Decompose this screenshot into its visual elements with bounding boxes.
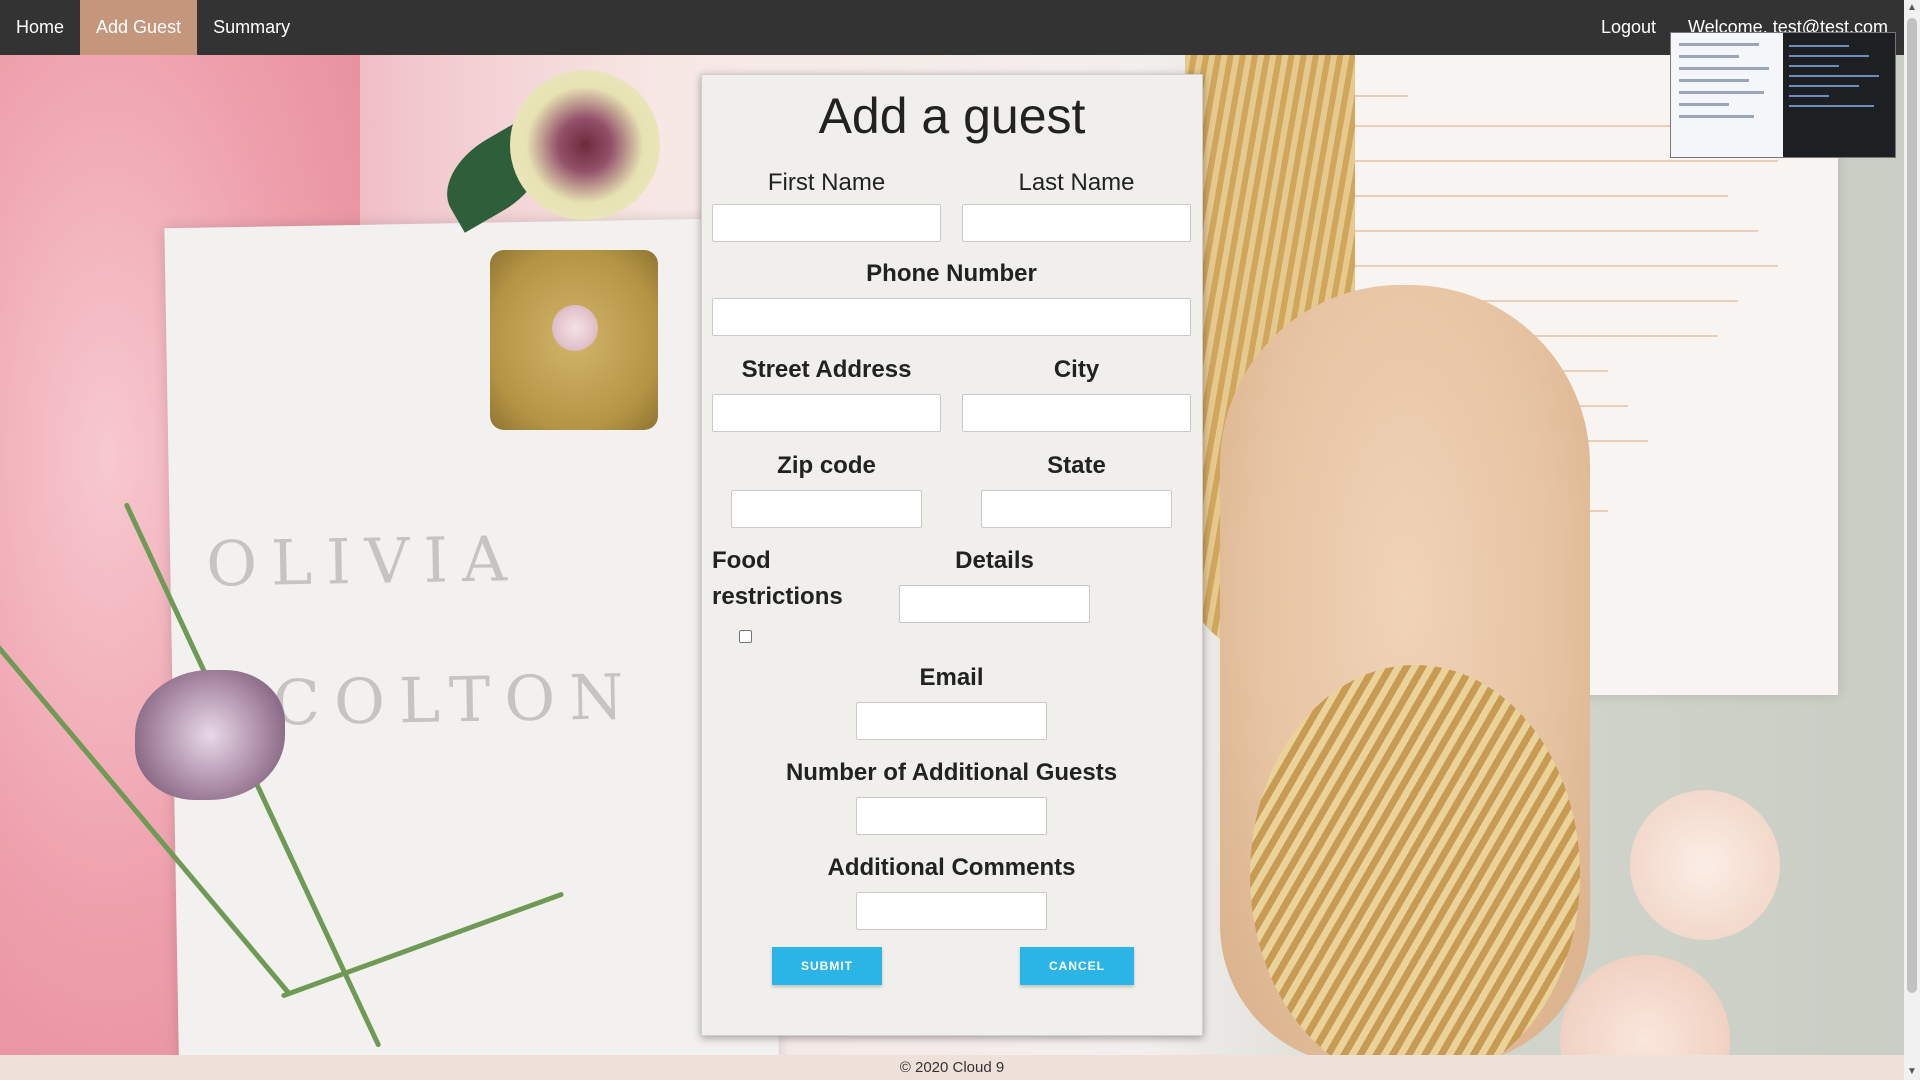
first-name-input[interactable]	[712, 204, 941, 242]
submit-button[interactable]: SUBMIT	[772, 947, 882, 985]
top-navbar: Home Add Guest Summary Logout Welcome, t…	[0, 0, 1904, 55]
details-input[interactable]	[899, 585, 1090, 623]
city-label: City	[1053, 356, 1100, 383]
additional-guests-input[interactable]	[856, 797, 1047, 835]
screenshot-thumbnail[interactable]	[1670, 32, 1896, 158]
additional-comments-label: Additional Comments	[827, 854, 1076, 881]
nav-logout[interactable]: Logout	[1585, 0, 1672, 55]
city-input[interactable]	[962, 394, 1191, 432]
street-address-input[interactable]	[712, 394, 941, 432]
last-name-label: Last Name	[1018, 169, 1135, 196]
phone-input[interactable]	[712, 298, 1191, 336]
scroll-up-arrow-icon[interactable]: ▲	[1907, 2, 1917, 13]
zip-code-input[interactable]	[731, 490, 922, 528]
ring-box	[490, 250, 658, 430]
food-restrictions-label-line1: Food	[712, 547, 771, 574]
scroll-down-arrow-icon[interactable]: ▼	[1907, 1066, 1917, 1077]
food-restrictions-checkbox[interactable]	[739, 630, 752, 643]
hellebore-flower	[510, 70, 660, 220]
cancel-button[interactable]: CANCEL	[1020, 947, 1134, 985]
zip-code-label: Zip code	[777, 452, 876, 479]
footer: © 2020 Cloud 9	[0, 1055, 1904, 1080]
invitation-name-1: OLIVIA	[205, 522, 522, 601]
ring-case	[1630, 790, 1780, 940]
add-guest-form: Add a guest First Name Last Name Phone N…	[701, 74, 1203, 1036]
nav-home[interactable]: Home	[0, 0, 80, 55]
additional-guests-label: Number of Additional Guests	[785, 759, 1118, 786]
email-input[interactable]	[856, 702, 1047, 740]
fritillary-flower	[135, 670, 285, 800]
email-label: Email	[919, 664, 984, 691]
scrollbar-thumb[interactable]	[1907, 18, 1917, 993]
last-name-input[interactable]	[962, 204, 1191, 242]
invitation-name-2: COLTON	[272, 660, 639, 740]
thumbnail-left-pane	[1671, 33, 1783, 157]
state-input[interactable]	[981, 490, 1172, 528]
thumbnail-right-pane	[1783, 33, 1895, 157]
ring-gem	[552, 305, 598, 351]
state-label: State	[1047, 452, 1106, 479]
food-restrictions-label-line2: restrictions	[712, 583, 843, 610]
nav-add-guest[interactable]: Add Guest	[80, 0, 198, 55]
first-name-label: First Name	[767, 169, 886, 196]
nav-summary[interactable]: Summary	[197, 0, 306, 55]
phone-label: Phone Number	[866, 260, 1037, 287]
details-label: Details	[955, 547, 1034, 574]
additional-comments-input[interactable]	[856, 892, 1047, 930]
vertical-scrollbar[interactable]: ▲ ▼	[1904, 0, 1920, 1080]
street-address-label: Street Address	[741, 356, 912, 383]
ring-case-lid	[1560, 955, 1730, 1055]
form-title: Add a guest	[818, 88, 1086, 144]
